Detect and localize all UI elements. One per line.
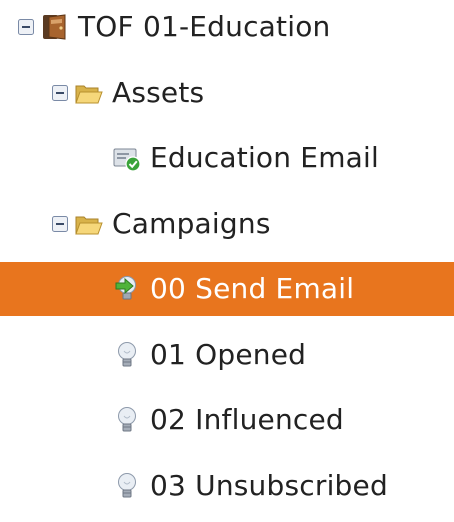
tree-node-assets-folder[interactable]: Assets <box>0 66 454 120</box>
tree-node-campaign-selected[interactable]: 00 Send Email <box>0 262 454 316</box>
tree-node-campaigns-folder[interactable]: Campaigns <box>0 197 454 251</box>
tree-node-campaign[interactable]: 03 Unsubscribed <box>0 459 454 513</box>
tree-node-label: Education Email <box>150 141 379 174</box>
lightbulb-icon <box>112 340 142 370</box>
tree-node-label: 00 Send Email <box>150 272 355 305</box>
collapse-toggle-icon[interactable] <box>18 19 34 35</box>
collapse-toggle-icon[interactable] <box>52 85 68 101</box>
tree-node-program[interactable]: TOF 01-Education <box>0 0 454 54</box>
collapse-toggle-icon[interactable] <box>52 216 68 232</box>
tree-node-email-asset[interactable]: Education Email <box>0 131 454 185</box>
lightbulb-icon <box>112 405 142 435</box>
tree-node-label: 01 Opened <box>150 338 307 371</box>
tree-node-label: Assets <box>112 76 205 109</box>
tree-node-label: 03 Unsubscribed <box>150 469 388 502</box>
program-tree: TOF 01-Education Assets Education Email … <box>0 0 454 522</box>
active-campaign-icon <box>112 274 142 304</box>
tree-node-campaign[interactable]: 02 Influenced <box>0 393 454 447</box>
folder-open-icon <box>74 209 104 239</box>
tree-node-label: Campaigns <box>112 207 271 240</box>
tree-node-label: 02 Influenced <box>150 403 344 436</box>
program-folder-icon <box>40 12 70 42</box>
tree-node-campaign[interactable]: 01 Opened <box>0 328 454 382</box>
lightbulb-icon <box>112 471 142 501</box>
folder-open-icon <box>74 78 104 108</box>
tree-node-label: TOF 01-Education <box>78 10 331 43</box>
approved-email-icon <box>112 143 142 173</box>
